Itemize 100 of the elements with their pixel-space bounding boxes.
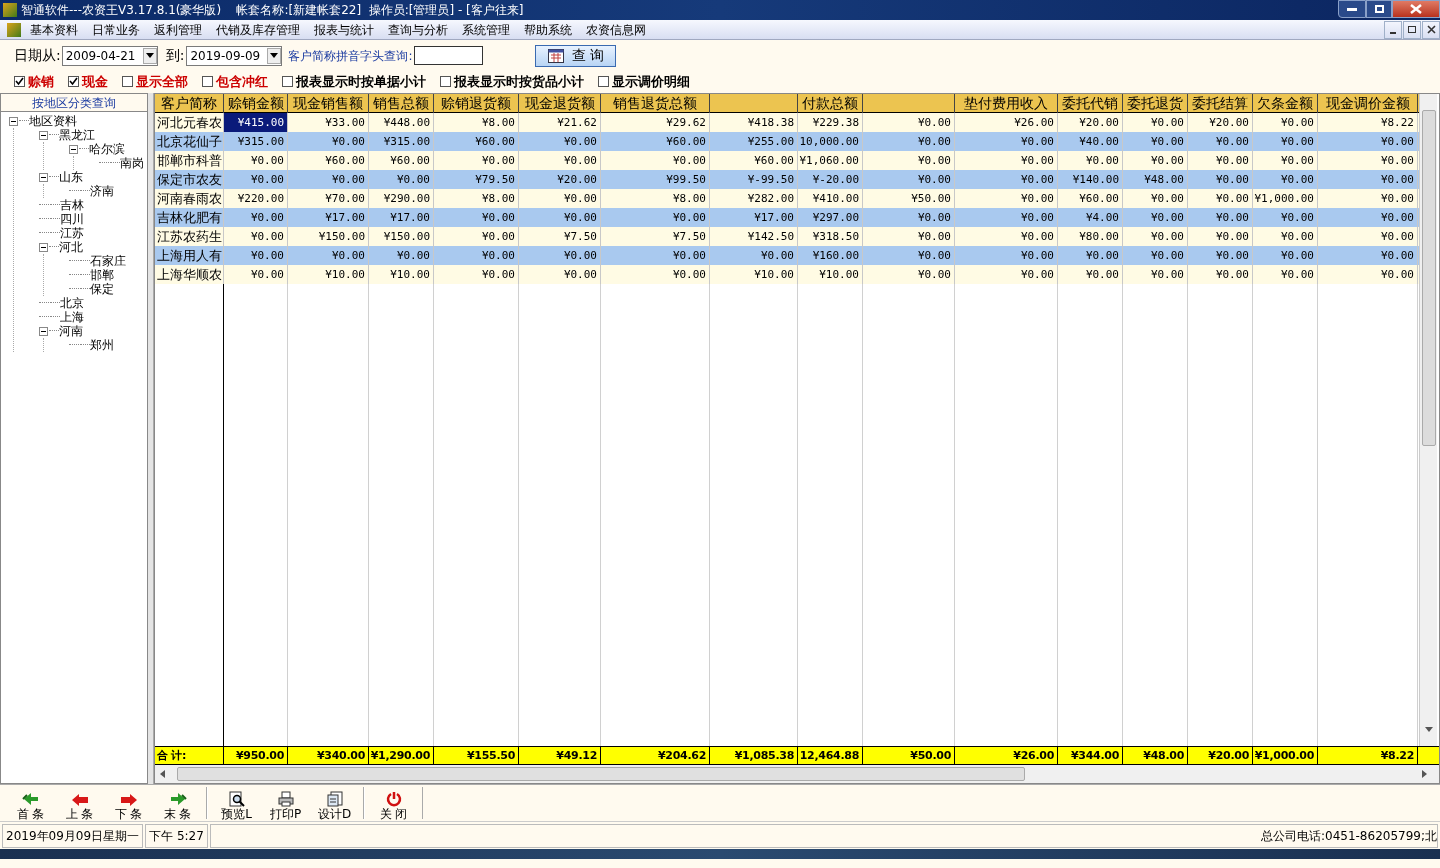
tree-item[interactable]: 上海 <box>60 310 84 324</box>
restore-button[interactable] <box>1366 0 1392 18</box>
table-cell: ¥10.00 <box>798 265 863 284</box>
scroll-right-icon[interactable] <box>1422 770 1427 778</box>
menu-item[interactable]: 日常业务 <box>92 20 140 39</box>
menu-item[interactable]: 查询与分析 <box>388 20 448 39</box>
menu-item[interactable]: 农资信息网 <box>586 20 646 39</box>
table-cell: ¥0.00 <box>1253 265 1318 284</box>
tree-item[interactable]: 四川 <box>60 212 84 226</box>
double-arrow-icon <box>21 791 40 807</box>
toolbar-button[interactable]: 下 条 <box>104 787 153 821</box>
tree-item[interactable]: 南岗 <box>120 156 144 170</box>
table-cell: ¥0.00 <box>519 265 601 284</box>
tree-item[interactable]: 保定 <box>90 282 114 296</box>
tree-item[interactable]: 吉林 <box>60 198 84 212</box>
toolbar-button[interactable]: 预览L <box>212 787 261 821</box>
checkbox[interactable] <box>282 76 293 87</box>
date-to-field[interactable]: 2019-09-09 <box>186 45 283 66</box>
menu-item[interactable]: 代销及库存管理 <box>216 20 300 39</box>
table-cell[interactable]: 上海华顺农 <box>155 265 224 284</box>
toolbar-button[interactable]: 关 闭 <box>369 787 418 821</box>
menu-item[interactable]: 基本资料 <box>30 20 78 39</box>
scroll-down-icon[interactable] <box>1424 727 1433 732</box>
checkbox[interactable] <box>122 76 133 87</box>
collapse-toggle-icon[interactable] <box>69 144 78 154</box>
tree-item[interactable]: 河南 <box>59 324 83 338</box>
window-title: 智通软件---农资王V3.17.8.1(豪华版) 帐套名称:[新建帐套22] 操作员:[管理员] - [客户往来] <box>21 2 524 19</box>
collapse-toggle-icon[interactable] <box>39 172 48 182</box>
tree-item[interactable]: 哈尔滨 <box>89 142 125 156</box>
close-button[interactable] <box>1422 20 1440 39</box>
tree-item[interactable]: 河北 <box>59 240 83 254</box>
menu-item[interactable]: 系统管理 <box>462 20 510 39</box>
table-cell: ¥0.00 <box>224 265 288 284</box>
checkbox[interactable] <box>68 76 79 87</box>
tree-item[interactable]: 黑龙江 <box>59 128 95 142</box>
tree-item[interactable]: 山东 <box>59 170 83 184</box>
toolbar-button[interactable]: 首 条 <box>6 787 55 821</box>
table-cell: ¥950.00 <box>224 747 288 764</box>
menu-item[interactable]: 返利管理 <box>154 20 202 39</box>
tree-item[interactable]: 北京 <box>60 296 84 310</box>
collapse-toggle-icon[interactable] <box>9 116 18 126</box>
tree-item[interactable]: 石家庄 <box>90 254 126 268</box>
tree-item[interactable]: 邯郸 <box>90 268 114 282</box>
table-cell: ¥10.00 <box>288 265 369 284</box>
toolbar-button[interactable]: 打印P <box>261 787 310 821</box>
magnifier-page-icon <box>228 791 245 807</box>
pinyin-search-field[interactable] <box>414 46 484 65</box>
checkbox[interactable] <box>14 76 25 87</box>
table-cell: ¥415.00 <box>224 113 288 132</box>
checkbox[interactable] <box>440 76 451 87</box>
tree-item[interactable]: 江苏 <box>60 226 84 240</box>
table-cell: ¥0.00 <box>1318 265 1418 284</box>
vertical-scrollbar[interactable] <box>1419 94 1437 746</box>
checkbox[interactable] <box>202 76 213 87</box>
toolbar-button[interactable]: 设计D <box>310 787 359 821</box>
printer-icon <box>277 791 294 807</box>
table-cell: ¥0.00 <box>1188 265 1253 284</box>
checkbox[interactable] <box>598 76 609 87</box>
menu-item[interactable]: 帮助系统 <box>524 20 572 39</box>
menu-item[interactable]: 报表与统计 <box>314 20 374 39</box>
horizontal-scrollbar[interactable] <box>155 765 1439 783</box>
collapse-toggle-icon[interactable] <box>39 130 48 140</box>
checkbox-label: 赊销 <box>28 72 54 91</box>
status-date: 2019年09月09日星期一 <box>2 823 144 848</box>
app-icon <box>7 22 21 37</box>
table-cell: ¥10.00 <box>710 265 798 284</box>
collapse-toggle-icon[interactable] <box>39 326 48 336</box>
table-cell: ¥48.00 <box>1123 747 1188 764</box>
restore-button[interactable] <box>1403 20 1421 39</box>
date-from-field[interactable]: 2009-04-21 <box>61 45 158 66</box>
scroll-left-icon[interactable] <box>160 770 165 778</box>
date-to-label: 到: <box>165 46 185 65</box>
table-cell: ¥0.00 <box>955 265 1058 284</box>
table-cell: ¥1,000.00 <box>1253 747 1318 764</box>
tree-item[interactable]: 郑州 <box>90 338 114 352</box>
document-icon <box>326 791 343 807</box>
close-button[interactable] <box>1392 0 1440 18</box>
total-label: 合 计: <box>155 747 224 764</box>
table-cell: ¥0.00 <box>601 265 710 284</box>
minimize-button[interactable] <box>1338 0 1366 18</box>
close-icon <box>1410 4 1422 14</box>
collapse-toggle-icon[interactable] <box>39 242 48 252</box>
scroll-thumb[interactable] <box>177 767 1025 781</box>
right-arrow-icon <box>119 793 138 807</box>
query-button[interactable]: 查 询 <box>535 44 617 67</box>
table-cell: ¥0.00 <box>863 265 955 284</box>
checkbox-label: 包含冲红 <box>216 72 268 91</box>
table-cell: 12,464.88 <box>798 747 863 764</box>
tree-item[interactable]: 地区资料 <box>29 114 77 128</box>
minimize-button[interactable] <box>1384 20 1402 39</box>
table-cell: ¥1,290.00 <box>369 747 434 764</box>
left-arrow-icon <box>70 793 89 807</box>
toolbar-button[interactable]: 上 条 <box>55 787 104 821</box>
toolbar-button[interactable]: 末 条 <box>153 787 202 821</box>
table-cell: ¥204.62 <box>601 747 710 764</box>
scroll-thumb[interactable] <box>1421 110 1436 446</box>
date-from-label: 日期从: <box>14 46 61 65</box>
sidebar-title: 按地区分类查询 <box>1 94 147 112</box>
power-icon <box>385 791 402 807</box>
tree-item[interactable]: 济南 <box>90 184 114 198</box>
